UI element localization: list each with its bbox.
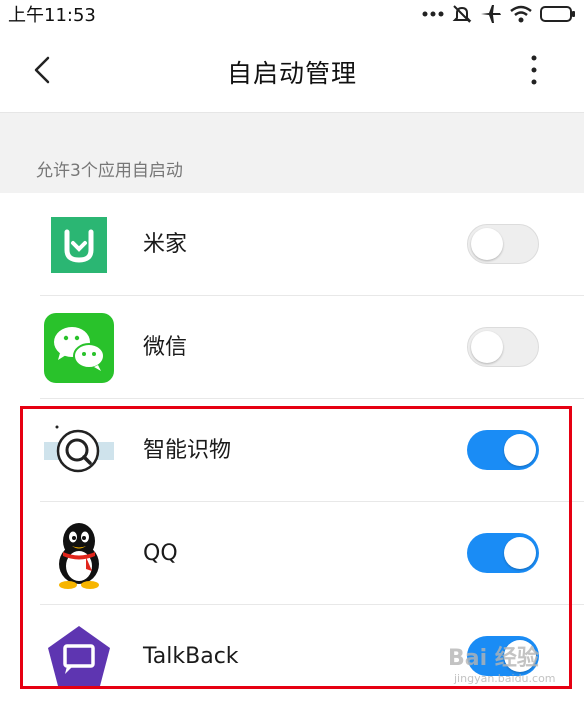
list-item: TalkBack	[0, 605, 584, 708]
list-item: QQ	[0, 502, 584, 605]
list-item: 智能识物	[0, 399, 584, 502]
app-name: 智能识物	[143, 438, 232, 463]
mijia-icon	[44, 210, 114, 280]
battery-icon	[540, 5, 576, 23]
toggle-knob	[471, 331, 503, 363]
wechat-icon	[44, 313, 114, 383]
status-bar: 上午11:53	[0, 0, 584, 28]
talkback-icon	[44, 622, 114, 692]
mute-icon	[452, 4, 472, 24]
airplane-icon	[480, 4, 502, 24]
autostart-toggle[interactable]	[467, 224, 539, 264]
wifi-icon	[510, 5, 532, 23]
list-item: 微信	[0, 296, 584, 399]
autostart-toggle[interactable]	[467, 327, 539, 367]
toggle-knob	[504, 640, 536, 672]
autostart-toggle[interactable]	[467, 430, 539, 470]
page-title: 自启动管理	[226, 59, 357, 88]
smart-recognition-icon	[44, 416, 114, 486]
status-icons	[422, 4, 576, 24]
top-bar: 自启动管理	[0, 28, 584, 113]
app-name: QQ	[143, 541, 178, 566]
app-list: 米家 微信 智能识物 QQ TalkBack	[0, 193, 584, 708]
app-name: TalkBack	[143, 644, 239, 669]
autostart-toggle[interactable]	[467, 533, 539, 573]
app-name: 微信	[143, 335, 188, 360]
more-vertical-icon	[531, 55, 537, 85]
autostart-toggle[interactable]	[467, 636, 539, 676]
more-dots-icon	[422, 10, 444, 18]
list-item: 米家	[0, 193, 584, 296]
toggle-knob	[504, 434, 536, 466]
status-time: 上午11:53	[8, 5, 96, 26]
qq-icon	[44, 519, 114, 589]
toggle-knob	[504, 537, 536, 569]
section-header: 允许3个应用自启动	[0, 113, 584, 193]
app-name: 米家	[143, 232, 188, 257]
toggle-knob	[471, 228, 503, 260]
section-label: 允许3个应用自启动	[36, 161, 183, 181]
more-options-button[interactable]	[522, 52, 546, 88]
